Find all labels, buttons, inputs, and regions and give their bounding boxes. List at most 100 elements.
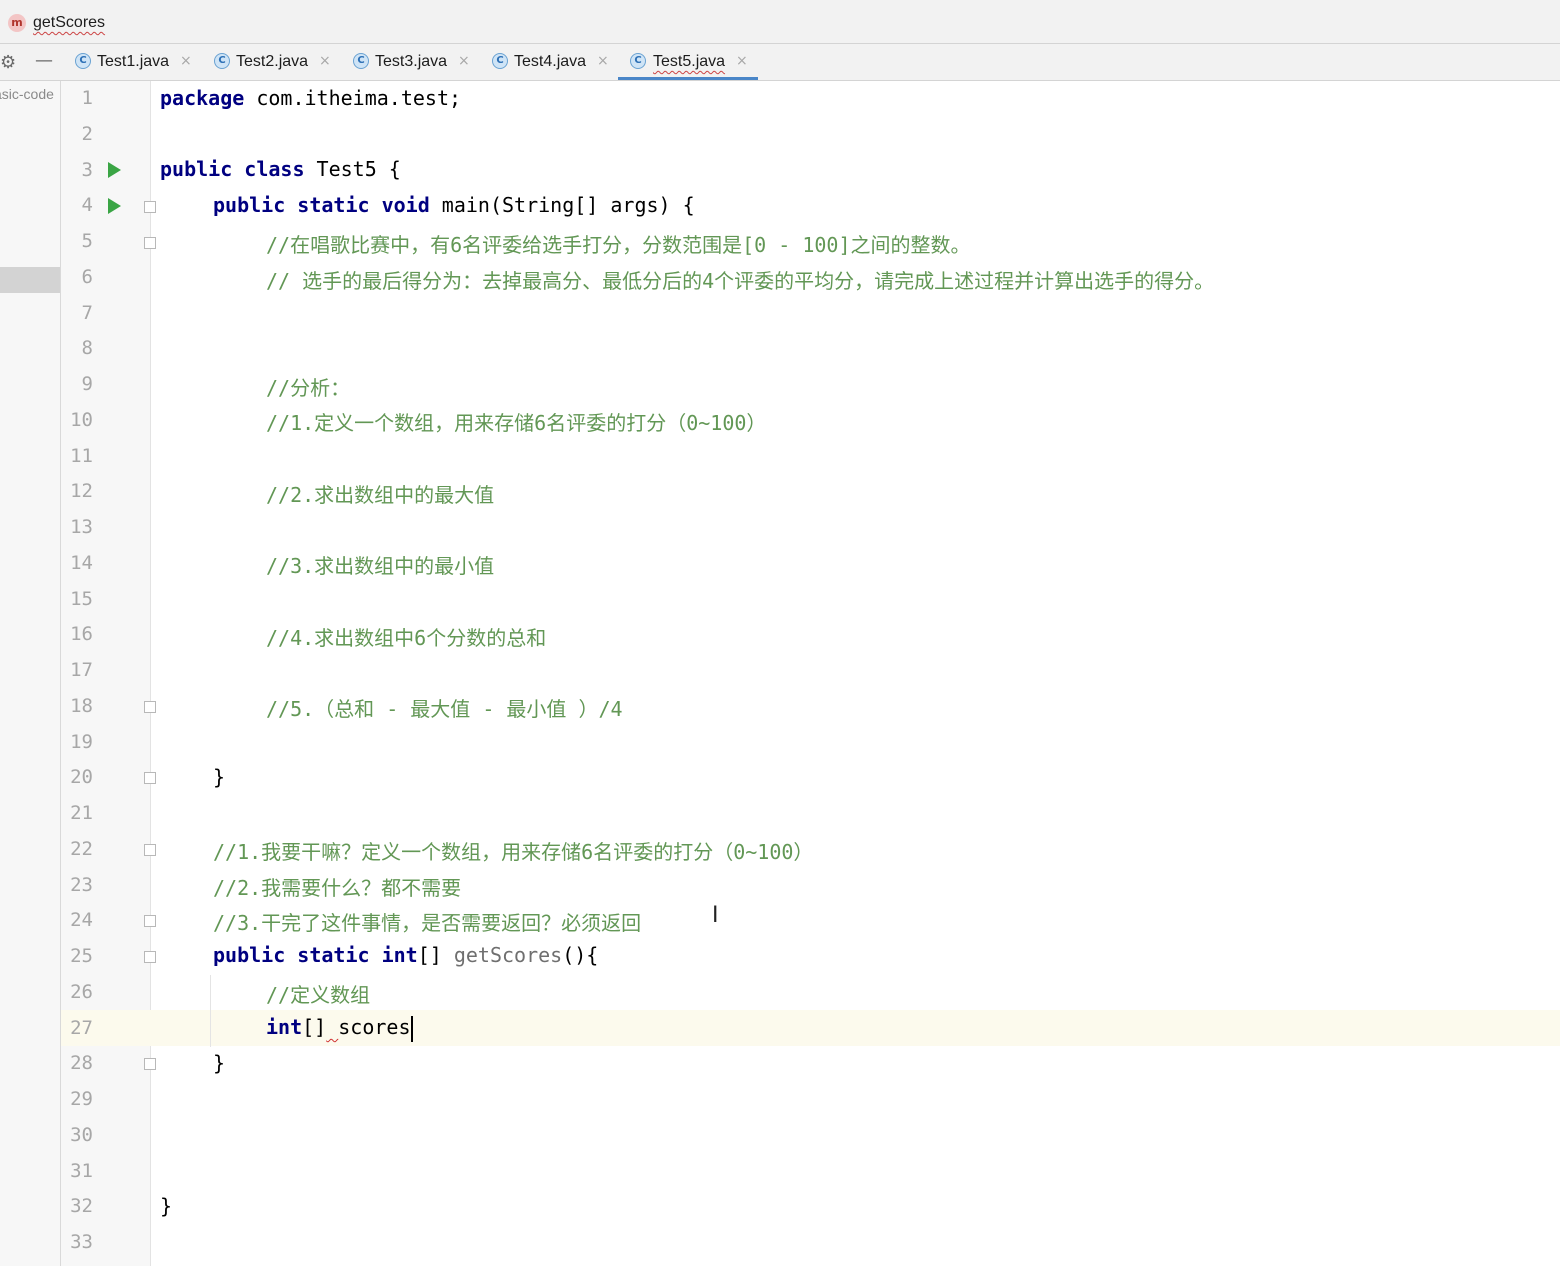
line-number[interactable]: 26 [61,981,93,1003]
line-number[interactable]: 7 [61,302,93,324]
code-line-3[interactable]: public class Test5 { [160,157,401,181]
method-icon: m [8,14,26,32]
line-number[interactable]: 25 [61,945,93,967]
code-line-10[interactable]: //1.定义一个数组，用来存储6名评委的打分（0~100） [266,407,766,436]
close-icon[interactable]: × [736,53,748,69]
line-number[interactable]: 1 [61,87,93,109]
code-editor[interactable] [151,81,1560,1266]
code-line-6[interactable]: // 选手的最后得分为：去掉最高分、最低分后的4个评委的平均分，请完成上述过程并… [266,265,1214,294]
line-number[interactable]: 29 [61,1088,93,1110]
code-line-16[interactable]: //4.求出数组中6个分数的总和 [266,622,546,651]
tab-label: Test5.java [653,53,726,70]
line-number[interactable]: 2 [61,123,93,145]
editor-tab-bar: ⚙ — C Test1.java × C Test2.java × C Test… [0,44,1560,81]
run-icon[interactable] [108,198,121,214]
line-number[interactable]: 18 [61,695,93,717]
code-line-5[interactable]: //在唱歌比赛中，有6名评委给选手打分，分数范围是[0 - 100]之间的整数。 [266,229,971,258]
code-line-28[interactable]: } [213,1051,225,1075]
code-line-1[interactable]: package com.itheima.test; [160,86,461,110]
tab-test3[interactable]: C Test3.java × [347,44,477,80]
fold-icon[interactable] [144,237,156,249]
breadcrumb-bar: m getScores [0,0,1560,44]
java-class-icon: C [492,53,508,69]
line-number[interactable]: 8 [61,337,93,359]
code-line-23[interactable]: //2.我需要什么？都不需要 [213,872,461,901]
keyword: int [381,943,418,967]
keyword: package [160,86,245,110]
line-number[interactable]: 16 [61,623,93,645]
line-number[interactable]: 4 [61,194,93,216]
minimize-icon[interactable]: — [35,50,53,71]
code-line-25[interactable]: public static int[] getScores(){ [213,943,598,967]
close-icon[interactable]: × [180,53,192,69]
fold-icon[interactable] [144,201,156,213]
project-panel: asic-code [0,81,61,1266]
line-number[interactable]: 28 [61,1052,93,1074]
line-number[interactable]: 19 [61,731,93,753]
line-number[interactable]: 17 [61,659,93,681]
line-number[interactable]: 33 [61,1231,93,1253]
java-class-icon: C [630,53,646,69]
tab-test2[interactable]: C Test2.java × [208,44,338,80]
line-number[interactable]: 23 [61,874,93,896]
line-number[interactable]: 20 [61,766,93,788]
code-line-32[interactable]: } [160,1194,172,1218]
code-text: [] [302,1015,327,1039]
line-number[interactable]: 13 [61,516,93,538]
run-icon[interactable] [108,162,121,178]
code-line-26[interactable]: //定义数组 [266,979,370,1008]
line-number[interactable]: 9 [61,373,93,395]
code-line-4[interactable]: public static void main(String[] args) { [213,193,695,217]
keyword: public static void [213,193,430,217]
line-number[interactable]: 31 [61,1160,93,1182]
code-text: Test5 { [304,157,401,181]
line-number[interactable]: 30 [61,1124,93,1146]
line-number[interactable]: 32 [61,1195,93,1217]
project-selection [0,267,60,293]
tab-test4[interactable]: C Test4.java × [486,44,616,80]
fold-icon[interactable] [144,1058,156,1070]
fold-icon[interactable] [144,701,156,713]
line-number[interactable]: 15 [61,588,93,610]
tab-label: Test4.java [514,53,587,70]
close-icon[interactable]: × [319,53,331,69]
line-number[interactable]: 14 [61,552,93,574]
keyword: public class [160,157,305,181]
line-number[interactable]: 5 [61,230,93,252]
line-number[interactable]: 21 [61,802,93,824]
java-class-icon: C [353,53,369,69]
project-tree-item[interactable]: asic-code [0,86,54,102]
keyword: public static [213,943,370,967]
code-line-24[interactable]: //3.干完了这件事情，是否需要返回？必须返回 [213,907,641,936]
code-line-9[interactable]: //分析： [266,372,350,401]
error-marker [326,1015,338,1039]
line-number[interactable]: 24 [61,909,93,931]
code-text: [] [417,943,454,967]
line-number[interactable]: 10 [61,409,93,431]
java-class-icon: C [214,53,230,69]
tab-test5[interactable]: C Test5.java × [618,44,758,80]
tab-test1[interactable]: C Test1.java × [69,44,199,80]
line-number[interactable]: 12 [61,480,93,502]
line-number[interactable]: 3 [61,159,93,181]
fold-icon[interactable] [144,844,156,856]
line-number[interactable]: 6 [61,266,93,288]
close-icon[interactable]: × [458,53,470,69]
code-line-18[interactable]: //5.（总和 - 最大值 - 最小值 ）/4 [266,693,623,722]
close-icon[interactable]: × [597,53,609,69]
line-number[interactable]: 22 [61,838,93,860]
code-line-12[interactable]: //2.求出数组中的最大值 [266,479,494,508]
line-number[interactable]: 27 [61,1017,93,1039]
code-line-20[interactable]: } [213,765,225,789]
gear-icon[interactable]: ⚙ [0,52,16,73]
fold-icon[interactable] [144,951,156,963]
fold-icon[interactable] [144,772,156,784]
fold-icon[interactable] [144,915,156,927]
code-line-22[interactable]: //1.我要干嘛？定义一个数组，用来存储6名评委的打分（0~100） [213,836,813,865]
code-text: com.itheima.test; [244,86,462,110]
code-line-27[interactable]: int[] scores [266,1015,413,1042]
code-line-14[interactable]: //3.求出数组中的最小值 [266,550,494,579]
mouse-ibeam-cursor: I [712,903,719,928]
breadcrumb-method[interactable]: getScores [33,14,105,32]
line-number[interactable]: 11 [61,445,93,467]
